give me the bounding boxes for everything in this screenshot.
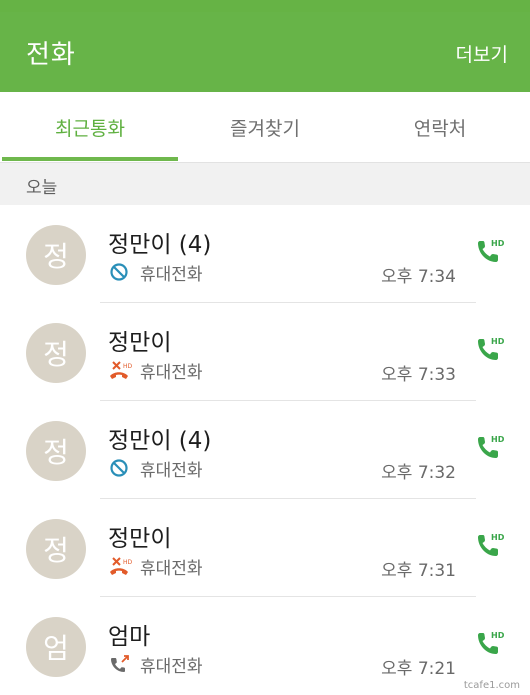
rejected-call-icon: HD: [110, 557, 132, 575]
page-title: 전화: [26, 40, 76, 70]
call-time: 오후 7:21: [381, 659, 456, 679]
avatar[interactable]: 정: [26, 323, 86, 383]
hd-call-icon[interactable]: HD: [474, 627, 506, 659]
call-log-item[interactable]: 정 정만이 HD 휴대전화 오후 7:33 HD: [0, 303, 530, 401]
tab-contacts[interactable]: 연락처: [352, 92, 528, 162]
more-button[interactable]: 더보기: [456, 40, 508, 67]
blocked-icon: [110, 459, 128, 477]
caller-name: 정만이 (4): [108, 428, 212, 454]
blocked-icon: [110, 263, 128, 281]
svg-text:HD: HD: [123, 559, 132, 566]
hd-call-icon[interactable]: HD: [474, 431, 506, 463]
tab-favorites[interactable]: 즐겨찾기: [177, 92, 353, 162]
hd-call-icon[interactable]: HD: [474, 333, 506, 365]
call-log-item[interactable]: 정 정만이 (4) 휴대전화 오후 7:34 HD: [0, 205, 530, 303]
call-log-list: 정 정만이 (4) 휴대전화 오후 7:34 HD 정 정만이 HD 휴대전화 …: [0, 205, 530, 695]
section-label: 오늘: [26, 178, 58, 198]
svg-text:HD: HD: [491, 533, 505, 542]
avatar[interactable]: 정: [26, 225, 86, 285]
call-time: 오후 7:33: [381, 365, 456, 385]
call-log-item[interactable]: 엄 엄마 휴대전화 오후 7:21 HD: [0, 597, 530, 695]
svg-text:HD: HD: [491, 435, 505, 444]
phone-type-label: 휴대전화: [140, 559, 203, 579]
caller-name: 정만이: [108, 526, 172, 552]
app-bar: 전화 더보기: [0, 12, 530, 92]
call-time: 오후 7:32: [381, 463, 456, 483]
tab-bar: 최근통화 즐겨찾기 연락처: [0, 92, 530, 163]
rejected-call-icon: HD: [110, 361, 132, 379]
phone-type-label: 휴대전화: [140, 265, 203, 285]
call-time: 오후 7:31: [381, 561, 456, 581]
call-log-item[interactable]: 정 정만이 HD 휴대전화 오후 7:31 HD: [0, 499, 530, 597]
svg-text:HD: HD: [491, 239, 505, 248]
caller-name: 정만이 (4): [108, 232, 212, 258]
avatar[interactable]: 엄: [26, 617, 86, 677]
svg-text:HD: HD: [491, 631, 505, 640]
avatar[interactable]: 정: [26, 519, 86, 579]
svg-text:HD: HD: [123, 363, 132, 370]
phone-type-label: 휴대전화: [140, 461, 203, 481]
hd-call-icon[interactable]: HD: [474, 235, 506, 267]
watermark: tcafe1.com: [463, 680, 520, 691]
caller-name: 정만이: [108, 330, 172, 356]
outgoing-call-icon: [111, 655, 129, 672]
caller-name: 엄마: [108, 624, 151, 650]
status-bar: [0, 0, 530, 12]
svg-text:HD: HD: [491, 337, 505, 346]
call-time: 오후 7:34: [381, 267, 456, 287]
tab-recent-calls[interactable]: 최근통화: [2, 92, 178, 162]
phone-type-label: 휴대전화: [140, 363, 203, 383]
phone-type-label: 휴대전화: [140, 657, 203, 677]
section-header: 오늘: [0, 163, 530, 205]
call-log-item[interactable]: 정 정만이 (4) 휴대전화 오후 7:32 HD: [0, 401, 530, 499]
hd-call-icon[interactable]: HD: [474, 529, 506, 561]
active-tab-indicator: [2, 157, 178, 161]
avatar[interactable]: 정: [26, 421, 86, 481]
